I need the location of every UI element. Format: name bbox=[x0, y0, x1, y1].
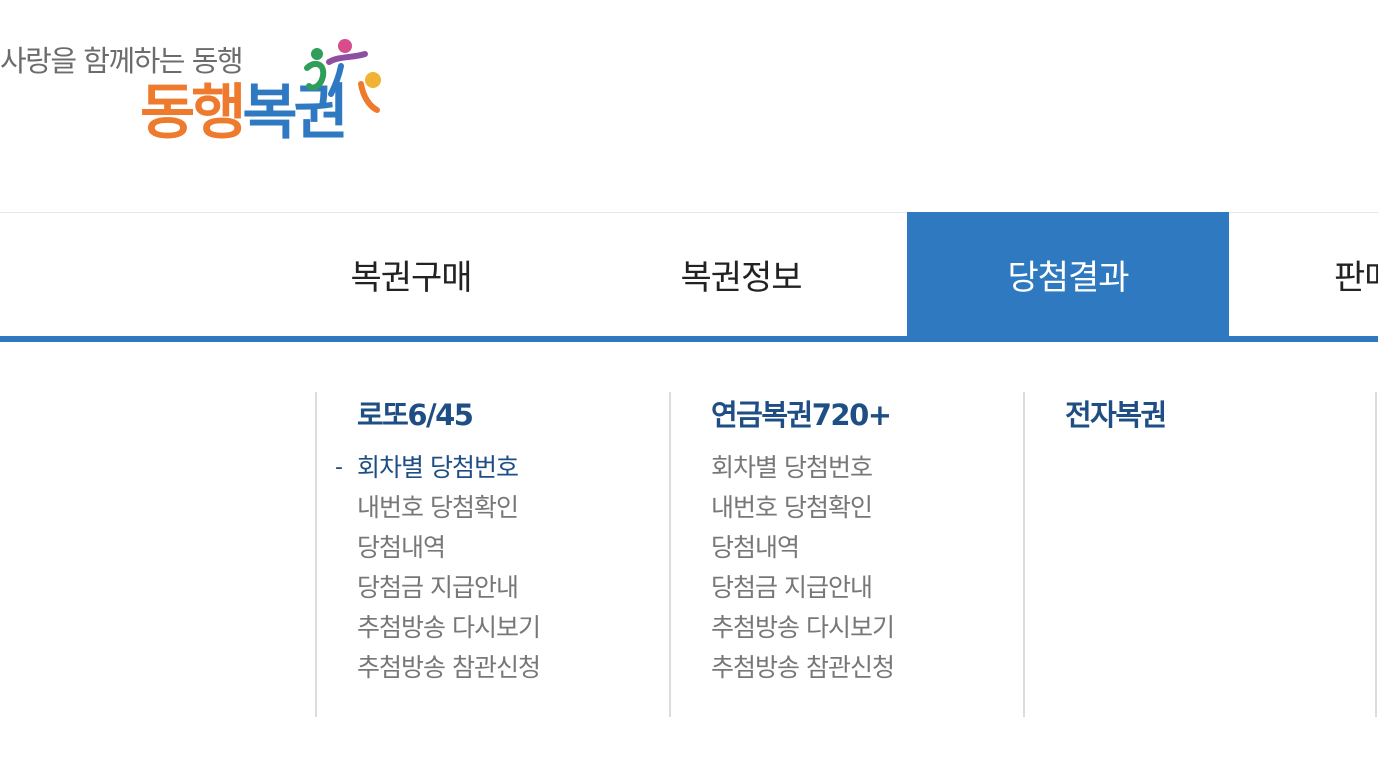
logo-char-1: 동 bbox=[140, 78, 195, 148]
site-header: 사랑을 함께하는 동행 동행복권 bbox=[0, 0, 1378, 213]
tab-winning-results[interactable]: 당첨결과 bbox=[907, 212, 1229, 336]
logo-tagline: 사랑을 함께하는 동행 bbox=[0, 44, 244, 78]
submenu-column-electronic: 전자복권 bbox=[1023, 392, 1377, 717]
tab-lottery-info[interactable]: 복권정보 bbox=[580, 212, 902, 336]
menu-item-pension-winning-history[interactable]: 당첨내역 bbox=[711, 528, 894, 568]
submenu-column-pension: 연금복권720+ 회차별 당첨번호 내번호 당첨확인 당첨내역 당첨금 지급안내… bbox=[669, 392, 1023, 717]
submenu-list-pension: 회차별 당첨번호 내번호 당첨확인 당첨내역 당첨금 지급안내 추첨방송 다시보… bbox=[711, 448, 895, 688]
logo-char-3: 복 bbox=[242, 78, 297, 148]
menu-item-lotto-round-numbers[interactable]: - 회차별 당첨번호 bbox=[335, 448, 540, 488]
menu-item-lotto-my-number-check[interactable]: 내번호 당첨확인 bbox=[357, 488, 540, 528]
logo-figures-icon bbox=[304, 39, 381, 113]
current-marker: - bbox=[335, 455, 343, 480]
submenu-title-pension[interactable]: 연금복권720+ bbox=[711, 392, 892, 434]
tab-sales[interactable]: 판매 bbox=[1230, 212, 1378, 336]
menu-item-pension-prize-guide[interactable]: 당첨금 지급안내 bbox=[711, 568, 894, 608]
submenu-column-lotto: 로또6/45 - 회차별 당첨번호 내번호 당첨확인 당첨내역 당첨금 지급안내… bbox=[315, 392, 669, 717]
site-logo-link[interactable]: 사랑을 함께하는 동행 동행복권 bbox=[0, 28, 400, 178]
menu-item-lotto-broadcast-replay[interactable]: 추첨방송 다시보기 bbox=[357, 608, 541, 648]
menu-item-label: 회차별 당첨번호 bbox=[357, 453, 519, 482]
menu-item-pension-round-numbers[interactable]: 회차별 당첨번호 bbox=[711, 448, 894, 488]
menu-item-pension-my-number-check[interactable]: 내번호 당첨확인 bbox=[711, 488, 894, 528]
main-navigation: 복권구매 복권정보 당첨결과 판매 bbox=[0, 212, 1378, 342]
menu-item-lotto-prize-guide[interactable]: 당첨금 지급안내 bbox=[357, 568, 540, 608]
submenu-list-lotto: - 회차별 당첨번호 내번호 당첨확인 당첨내역 당첨금 지급안내 추첨방송 다… bbox=[335, 448, 541, 688]
logo-char-2: 행 bbox=[191, 78, 246, 148]
submenu-title-electronic[interactable]: 전자복권 bbox=[1065, 392, 1167, 434]
menu-item-lotto-winning-history[interactable]: 당첨내역 bbox=[357, 528, 540, 568]
submenu-title-lotto[interactable]: 로또6/45 bbox=[357, 392, 474, 434]
menu-item-pension-broadcast-attend[interactable]: 추첨방송 참관신청 bbox=[711, 648, 895, 688]
menu-item-lotto-broadcast-attend[interactable]: 추첨방송 참관신청 bbox=[357, 648, 541, 688]
menu-item-pension-broadcast-replay[interactable]: 추첨방송 다시보기 bbox=[711, 608, 895, 648]
submenu-panel: 로또6/45 - 회차별 당첨번호 내번호 당첨확인 당첨내역 당첨금 지급안내… bbox=[0, 342, 1378, 776]
tab-lottery-purchase[interactable]: 복권구매 bbox=[250, 212, 572, 336]
